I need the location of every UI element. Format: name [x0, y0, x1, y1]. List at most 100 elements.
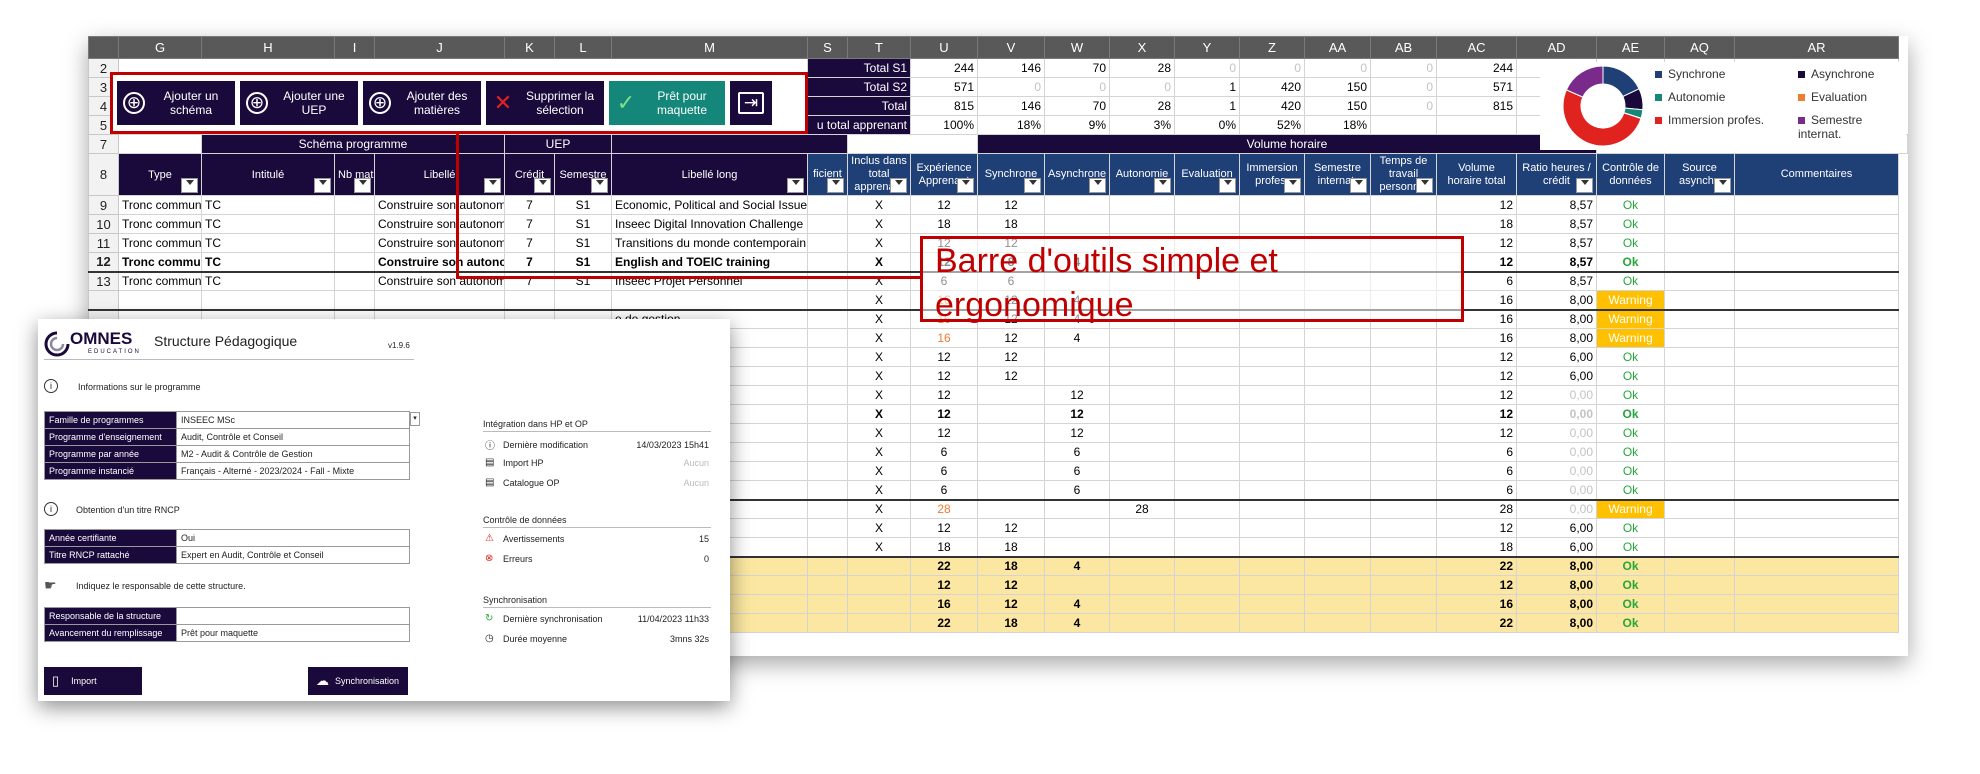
cell-source[interactable]: [1664, 461, 1735, 481]
cell-nb[interactable]: [334, 195, 375, 215]
cell-asynchrone[interactable]: [1044, 195, 1110, 215]
empty-cell[interactable]: [1239, 575, 1305, 595]
empty-cell[interactable]: [1304, 328, 1371, 348]
empty-cell[interactable]: [1370, 366, 1437, 386]
cell-experience[interactable]: 12: [910, 423, 978, 443]
empty-cell[interactable]: [1239, 518, 1305, 538]
column-filter-header[interactable]: Temps de travail personnel: [1370, 153, 1437, 196]
cell-ratio[interactable]: 8,00: [1516, 309, 1597, 329]
column-filter-header[interactable]: ficient: [807, 153, 848, 196]
cell-coefficient[interactable]: [807, 499, 848, 519]
column-header-J[interactable]: J: [374, 36, 505, 59]
column-header-X[interactable]: X: [1109, 36, 1175, 59]
empty-cell[interactable]: [1239, 404, 1305, 424]
cell-controle[interactable]: Ok: [1596, 195, 1665, 215]
cell-controle[interactable]: Ok: [1596, 233, 1665, 253]
column-header-V[interactable]: V: [977, 36, 1045, 59]
summary-cell[interactable]: [1370, 115, 1437, 135]
cell-experience[interactable]: 16: [910, 594, 978, 614]
cell-libelle-long[interactable]: Inseec Projet Personnel: [611, 271, 808, 291]
cell-controle[interactable]: Ok: [1596, 613, 1665, 633]
cell-synchrone[interactable]: 12: [977, 347, 1045, 367]
cell-ratio[interactable]: 8,57: [1516, 195, 1597, 215]
cell-commentaire[interactable]: [1734, 214, 1899, 234]
cell-intitule[interactable]: TC: [201, 233, 335, 253]
column-filter-header[interactable]: Libellé long: [611, 153, 808, 196]
cell-synchrone[interactable]: 12: [977, 594, 1045, 614]
summary-cell[interactable]: 0%: [1174, 115, 1240, 135]
row-number[interactable]: 13: [88, 271, 119, 291]
empty-cell[interactable]: [1370, 385, 1437, 405]
row-number[interactable]: 10: [88, 214, 119, 234]
cell-coefficient[interactable]: [807, 442, 848, 462]
column-filter-header[interactable]: Immersion profes.: [1239, 153, 1305, 196]
cell-libelle[interactable]: Construire son autonomie: [374, 252, 505, 273]
import-button[interactable]: ▯ Import: [44, 667, 142, 695]
cell-coefficient[interactable]: [807, 385, 848, 405]
empty-cell[interactable]: [1239, 556, 1305, 576]
empty-cell[interactable]: [1304, 385, 1371, 405]
column-header-K[interactable]: K: [504, 36, 555, 59]
cell-controle[interactable]: Ok: [1596, 594, 1665, 614]
empty-cell[interactable]: [1370, 461, 1437, 481]
empty-cell[interactable]: [1239, 195, 1305, 215]
empty-cell[interactable]: [1174, 556, 1240, 576]
summary-cell[interactable]: 28: [1109, 96, 1175, 116]
empty-cell[interactable]: [1304, 537, 1371, 558]
cell-volume[interactable]: 6: [1436, 480, 1517, 501]
cell-intitule[interactable]: TC: [201, 252, 335, 273]
empty-cell[interactable]: [1304, 613, 1371, 633]
empty-cell[interactable]: [1304, 518, 1371, 538]
cell-ratio[interactable]: 8,57: [1516, 271, 1597, 291]
summary-cell[interactable]: 571: [1436, 77, 1517, 97]
summary-cell[interactable]: 815: [1436, 96, 1517, 116]
empty-cell[interactable]: [1174, 366, 1240, 386]
cell-asynchrone[interactable]: 12: [1044, 404, 1110, 424]
column-filter-header[interactable]: Evaluation: [1174, 153, 1240, 196]
cell-autonomie[interactable]: [1109, 385, 1175, 405]
cell-libelle[interactable]: Construire son autonomie: [374, 271, 505, 291]
summary-cell[interactable]: 70: [1044, 96, 1110, 116]
summary-cell[interactable]: 3%: [1109, 115, 1175, 135]
cell-coefficient[interactable]: [807, 195, 848, 215]
empty-cell[interactable]: [1370, 594, 1437, 614]
column-filter-header[interactable]: Contrôle de données: [1596, 153, 1665, 196]
cell-experience[interactable]: 12: [910, 195, 978, 215]
cell-inclus[interactable]: X: [847, 271, 911, 291]
cell-inclus[interactable]: X: [847, 518, 911, 538]
empty-cell[interactable]: [1174, 442, 1240, 462]
column-filter-header[interactable]: Semestre internat.: [1304, 153, 1371, 196]
cell-experience[interactable]: 6: [910, 480, 978, 501]
cell-inclus[interactable]: X: [847, 309, 911, 329]
cell-synchrone[interactable]: 12: [977, 518, 1045, 538]
cell-autonomie[interactable]: [1109, 461, 1175, 481]
cell-volume[interactable]: 18: [1436, 537, 1517, 558]
cell-coefficient[interactable]: [807, 309, 848, 329]
cell-intitule[interactable]: TC: [201, 271, 335, 291]
cell-commentaire[interactable]: [1734, 385, 1899, 405]
cell-type[interactable]: [118, 290, 202, 311]
cell-commentaire[interactable]: [1734, 442, 1899, 462]
cell-intitule[interactable]: TC: [201, 214, 335, 234]
cell-synchrone[interactable]: [977, 404, 1045, 424]
cell-coefficient[interactable]: [807, 556, 848, 576]
cell-commentaire[interactable]: [1734, 404, 1899, 424]
column-filter-header[interactable]: Type: [118, 153, 202, 196]
cell-volume[interactable]: 22: [1436, 556, 1517, 576]
empty-cell[interactable]: [1174, 423, 1240, 443]
cell-autonomie[interactable]: [1109, 575, 1175, 595]
cell-synchrone[interactable]: [977, 499, 1045, 519]
cell-experience[interactable]: 12: [910, 518, 978, 538]
cell-semestre[interactable]: S1: [554, 252, 612, 273]
cell-inclus[interactable]: X: [847, 233, 911, 253]
summary-cell[interactable]: 0: [1239, 58, 1305, 78]
cell-asynchrone[interactable]: 4: [1044, 594, 1110, 614]
summary-cell[interactable]: 244: [1436, 58, 1517, 78]
cell-coefficient[interactable]: [807, 480, 848, 501]
cell-synchrone[interactable]: 12: [977, 195, 1045, 215]
cell-type[interactable]: Tronc commun: [118, 195, 202, 215]
empty-cell[interactable]: [1304, 214, 1371, 234]
cell-coefficient[interactable]: [807, 347, 848, 367]
column-header-AE[interactable]: AE: [1596, 36, 1665, 59]
cell-controle[interactable]: Ok: [1596, 423, 1665, 443]
